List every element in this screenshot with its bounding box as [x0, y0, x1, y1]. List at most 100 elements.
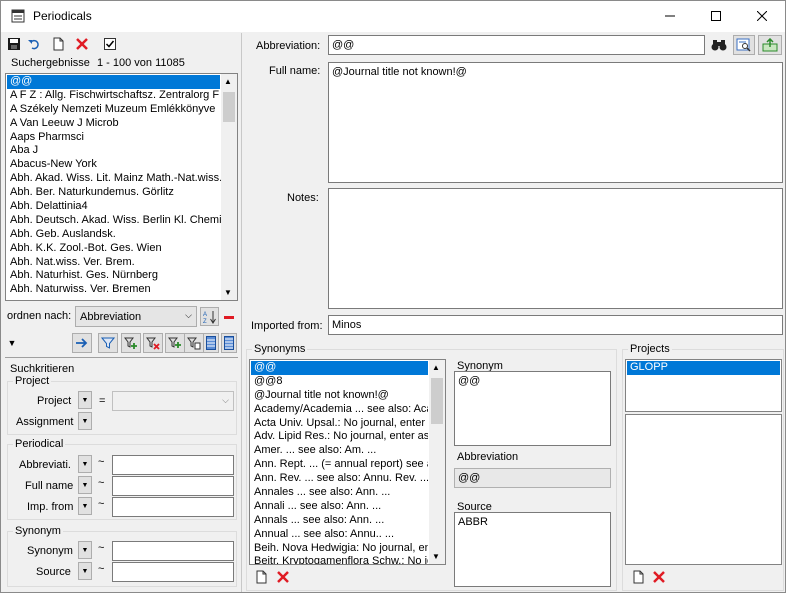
scroll-down-icon[interactable]: ▼: [432, 552, 440, 561]
abbreviation-input[interactable]: @@: [328, 35, 705, 55]
impfrom-crit-op: ~: [98, 498, 105, 510]
list-item[interactable]: A Székely Nemzeti Muzeum Emlékkönyve: [7, 103, 220, 117]
triangle-down-icon: ▼: [81, 502, 89, 510]
details-button[interactable]: [733, 35, 755, 55]
results-list[interactable]: @@ A F Z : Allg. Fischwirtschaftsz. Zentr…: [5, 73, 238, 301]
list-item[interactable]: Abh. K.K. Zool.-Bot. Ges. Wien: [7, 242, 220, 256]
new-button[interactable]: [48, 34, 68, 54]
expand-criteria-button[interactable]: ▼: [5, 333, 19, 352]
list-item[interactable]: Beitr. Kryptogamenflora Schw.: No jou: [251, 555, 428, 564]
abbrev-crit-input[interactable]: [112, 455, 234, 475]
delete-synonym-button[interactable]: [273, 567, 293, 587]
imported-input[interactable]: Minos: [328, 315, 783, 335]
synonyms-scrollbar[interactable]: ▲ ▼: [429, 360, 445, 564]
list-item[interactable]: Aaps Pharmsci: [7, 131, 220, 145]
list-item[interactable]: @@8: [251, 375, 428, 389]
maximize-button[interactable]: [693, 1, 739, 31]
list-item[interactable]: Abh. Ber. Naturkundemus. Görlitz: [7, 186, 220, 200]
list-item[interactable]: A F Z : Allg. Fischwirtschaftsz. Zentral…: [7, 89, 220, 103]
fullname-textarea[interactable]: @Journal title not known!@: [328, 62, 783, 183]
source-crit-input[interactable]: [112, 562, 234, 582]
export-icon: [762, 38, 778, 52]
close-button[interactable]: [739, 1, 785, 31]
filter-button[interactable]: [98, 333, 118, 353]
export-button[interactable]: [758, 35, 782, 55]
project-detail-area[interactable]: [625, 414, 782, 565]
delete-button[interactable]: [72, 34, 92, 54]
search-arrow-button[interactable]: [72, 333, 92, 353]
impfrom-crit-dropdown[interactable]: ▼: [78, 497, 92, 515]
splitter[interactable]: [241, 33, 242, 592]
order-select[interactable]: Abbreviation ⌵: [75, 306, 197, 327]
list-item[interactable]: Beih. Nova Hedwigia: No journal, ente: [251, 542, 428, 556]
remove-filter-button[interactable]: [143, 333, 163, 353]
new-project-button[interactable]: [628, 567, 648, 587]
list-item[interactable]: Annals ... see also: Ann. ...: [251, 514, 428, 528]
scroll-down-icon[interactable]: ▼: [224, 288, 232, 297]
notes-textarea[interactable]: [328, 188, 783, 309]
periodical-group-title: Periodical: [13, 438, 66, 450]
results-scrollbar[interactable]: ▲ ▼: [221, 74, 237, 300]
synonym-source-textarea[interactable]: ABBR: [454, 512, 611, 587]
minimize-button[interactable]: [647, 1, 693, 31]
synonym-crit-input[interactable]: [112, 541, 234, 561]
delete-icon: [653, 571, 665, 583]
list-item[interactable]: Annales ... see also: Ann. ...: [251, 486, 428, 500]
app-icon: [11, 9, 25, 23]
list-item[interactable]: Amer. ... see also: Am. ...: [251, 444, 428, 458]
scroll-up-icon[interactable]: ▲: [224, 77, 232, 86]
list-item[interactable]: Abh. Geb. Auslandsk.: [7, 228, 220, 242]
list-item[interactable]: Ann. Rev. ... see also: Annu. Rev. ...: [251, 472, 428, 486]
list-item[interactable]: @@: [251, 361, 428, 375]
triangle-down-icon: ▼: [81, 567, 89, 575]
synonym-crit-dropdown[interactable]: ▼: [78, 541, 92, 559]
list-item[interactable]: A Van Leeuw J Microb: [7, 117, 220, 131]
list-item[interactable]: Aba J: [7, 144, 220, 158]
sort-az-button[interactable]: AZ: [200, 307, 219, 326]
synonym-textarea[interactable]: @@: [454, 371, 611, 446]
search-web-button[interactable]: [708, 35, 730, 55]
list-item[interactable]: Abh. Delattinia4: [7, 200, 220, 214]
assignment-dropdown[interactable]: ▼: [78, 412, 92, 430]
grid-view-button[interactable]: [221, 333, 237, 353]
scroll-up-icon[interactable]: ▲: [432, 363, 440, 372]
new-synonym-button[interactable]: [251, 567, 271, 587]
list-item[interactable]: Abacus-New York: [7, 158, 220, 172]
projects-group-title: Projects: [628, 343, 672, 355]
list-item[interactable]: Ann. Rept. ... (= annual report) see als: [251, 458, 428, 472]
synonyms-list[interactable]: @@ @@8 @Journal title not known!@ Academy/A…: [249, 359, 446, 565]
source-crit-op: ~: [98, 563, 105, 575]
list-item[interactable]: GLOPP: [627, 361, 780, 375]
add-filter-button[interactable]: [121, 333, 141, 353]
undo-button[interactable]: [24, 34, 44, 54]
project-dropdown[interactable]: ▼: [78, 391, 92, 409]
fullname-crit-input[interactable]: [112, 476, 234, 496]
list-item[interactable]: Annual ... see also: Annu.. ...: [251, 528, 428, 542]
list-item[interactable]: Abh. Naturhist. Ges. Nürnberg: [7, 269, 220, 283]
list-item[interactable]: @@: [7, 75, 220, 89]
impfrom-crit-input[interactable]: [112, 497, 234, 517]
list-item[interactable]: Annali ... see also: Ann. ...: [251, 500, 428, 514]
list-item[interactable]: Academy/Academia ... see also: Acad: [251, 403, 428, 417]
save-button[interactable]: [4, 34, 24, 54]
delete-project-button[interactable]: [649, 567, 669, 587]
fullname-crit-dropdown[interactable]: ▼: [78, 476, 92, 494]
synonyms-scroll-thumb[interactable]: [431, 378, 443, 424]
list-item[interactable]: Abh. Naturwiss. Ver. Bremen: [7, 283, 220, 297]
add-list-filter-button[interactable]: [165, 333, 185, 353]
remove-order-button[interactable]: [220, 307, 237, 326]
checkbox-button[interactable]: [100, 34, 120, 54]
list-item[interactable]: Abh. Deutsch. Akad. Wiss. Berlin Kl. Che…: [7, 214, 228, 228]
list-item[interactable]: Abh. Nat.wiss. Ver. Brem.: [7, 256, 220, 270]
list-item[interactable]: Adv. Lipid Res.: No journal, enter as h: [251, 430, 428, 444]
list-view-button[interactable]: [203, 333, 219, 353]
list-item[interactable]: @Journal title not known!@: [251, 389, 428, 403]
list-item[interactable]: Acta Univ. Upsal.: No journal, enter a: [251, 417, 428, 431]
abbrev-crit-dropdown[interactable]: ▼: [78, 455, 92, 473]
source-crit-dropdown[interactable]: ▼: [78, 562, 92, 580]
projects-list[interactable]: GLOPP: [625, 359, 782, 412]
project-select[interactable]: ⌵: [112, 391, 234, 411]
list-item[interactable]: Abh. Akad. Wiss. Lit. Mainz Math.-Nat.wi…: [7, 172, 222, 186]
list-filter-button[interactable]: [184, 333, 204, 353]
results-scroll-thumb[interactable]: [223, 92, 235, 122]
